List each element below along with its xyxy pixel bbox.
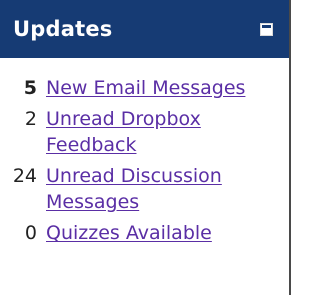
unread-dropbox-feedback-link[interactable]: Unread Dropbox Feedback [46,106,276,158]
new-email-messages-link[interactable]: New Email Messages [46,75,276,101]
widget-title: Updates [13,17,113,41]
minimize-icon[interactable] [260,22,273,36]
list-item: 24 Unread Discussion Messages [0,163,289,215]
item-count: 0 [24,222,37,244]
updates-list: 5 New Email Messages 2 Unread Dropbox Fe… [0,58,289,246]
list-item: 2 Unread Dropbox Feedback [0,106,289,158]
unread-discussion-messages-link[interactable]: Unread Discussion Messages [46,163,276,215]
updates-widget: Updates 5 New Email Messages 2 Unread Dr… [0,0,291,295]
list-item: 5 New Email Messages [0,75,289,101]
item-count: 24 [12,165,37,187]
widget-header: Updates [0,0,289,58]
item-count: 2 [24,108,37,130]
list-item: 0 Quizzes Available [0,220,289,246]
quizzes-available-link[interactable]: Quizzes Available [46,220,276,246]
item-count: 5 [23,77,37,99]
